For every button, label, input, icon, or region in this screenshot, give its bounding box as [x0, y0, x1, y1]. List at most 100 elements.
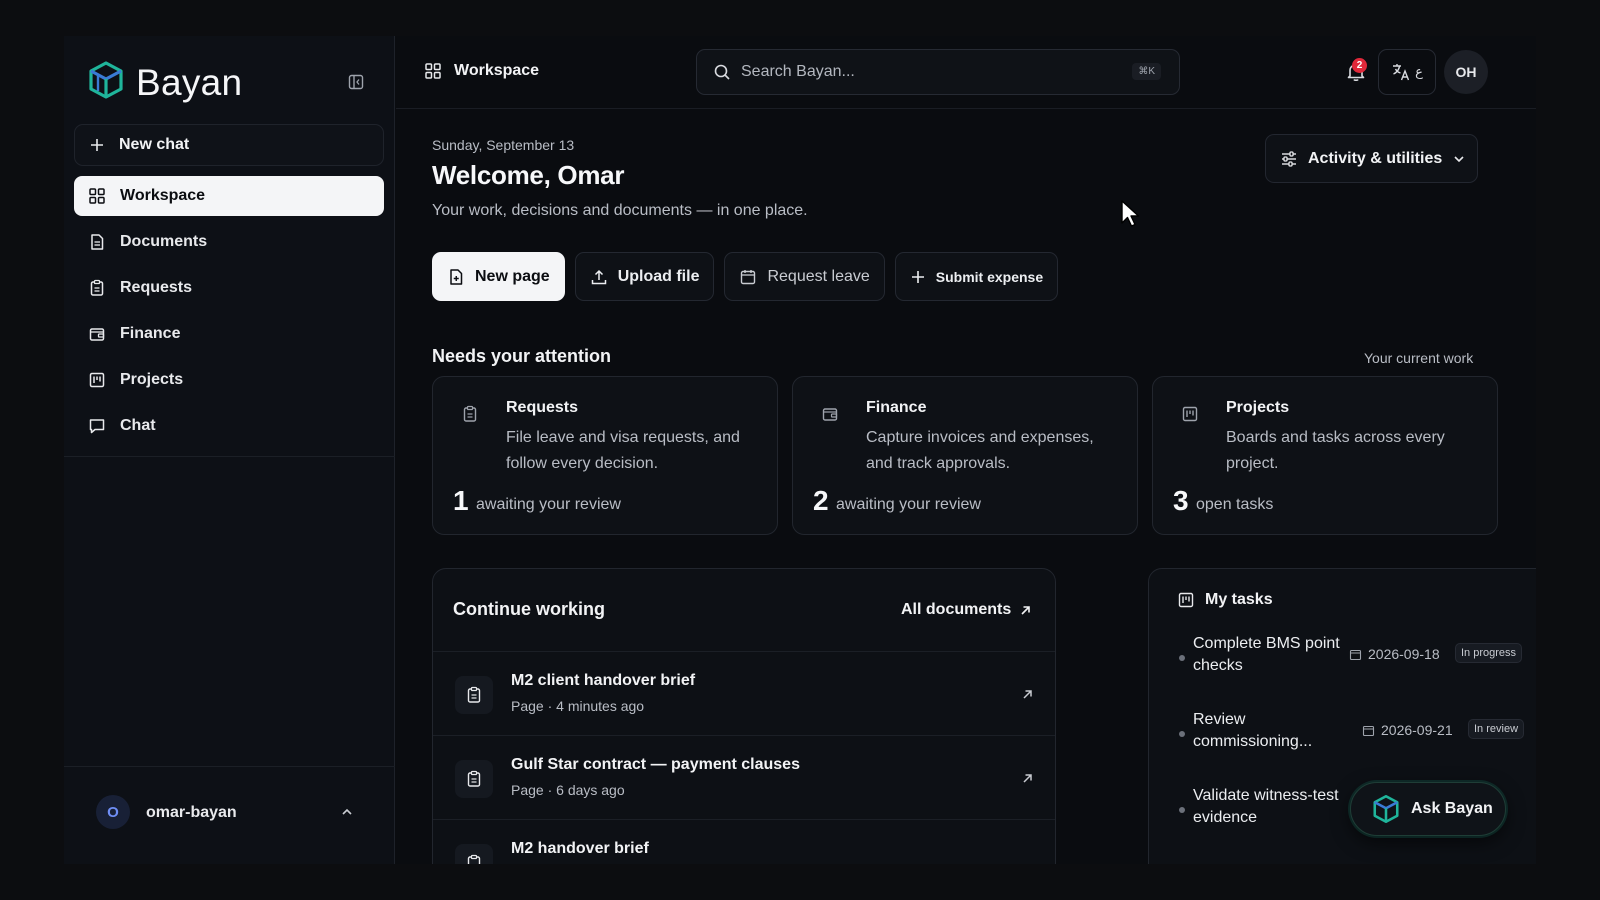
- doc-icon-wrap: [455, 676, 493, 714]
- sidebar-item-label: Projects: [120, 371, 184, 388]
- sidebar-item-label: Chat: [120, 417, 156, 434]
- all-documents-link[interactable]: All documents: [901, 601, 1032, 619]
- sidebar-item-projects[interactable]: Projects: [74, 360, 384, 400]
- ask-bayan-label: Ask Bayan: [1411, 800, 1493, 817]
- profile-avatar-button[interactable]: OH: [1444, 50, 1488, 94]
- upload-file-label: Upload file: [617, 267, 700, 285]
- app-window: Bayan New chat Workspace Documents Reque…: [64, 36, 1536, 864]
- task-item[interactable]: Complete BMS point checks 2026-09-18 In …: [1149, 633, 1536, 703]
- card-projects[interactable]: Projects Boards and tasks across every p…: [1152, 376, 1498, 535]
- doc-name: M2 client handover brief: [511, 672, 696, 689]
- card-requests[interactable]: Requests File leave and visa requests, a…: [432, 376, 778, 535]
- new-page-label: New page: [475, 267, 550, 285]
- sidebar-item-documents[interactable]: Documents: [74, 222, 384, 262]
- sidebar-toggle-icon: [348, 74, 364, 90]
- request-leave-button[interactable]: Request leave: [724, 252, 885, 301]
- my-tasks-title: My tasks: [1205, 591, 1273, 608]
- list-item[interactable]: M2 handover brief: [433, 819, 1055, 864]
- breadcrumb-label: Workspace: [454, 62, 540, 79]
- language-label: ع: [1415, 64, 1423, 79]
- task-date-label: 2026-09-18: [1368, 646, 1440, 662]
- language-toggle-button[interactable]: ع: [1378, 49, 1436, 95]
- current-date: Sunday, September 13: [432, 137, 575, 153]
- clipboard-icon: [467, 686, 481, 703]
- upload-icon: [591, 269, 606, 284]
- task-bullet: [1179, 807, 1185, 813]
- sidebar-item-label: Requests: [120, 279, 193, 296]
- card-count-label: open tasks: [1196, 496, 1274, 513]
- attention-cards: Requests File leave and visa requests, a…: [432, 376, 1498, 535]
- task-bullet: [1179, 655, 1185, 661]
- brand[interactable]: Bayan: [86, 60, 242, 105]
- doc-name: Gulf Star contract — payment clauses: [511, 756, 800, 773]
- calendar-icon: [1362, 725, 1375, 736]
- new-chat-button[interactable]: New chat: [74, 124, 384, 166]
- kanban-icon: [89, 372, 105, 388]
- status-badge: In progress: [1455, 643, 1523, 663]
- sliders-icon: [1282, 150, 1296, 167]
- sidebar-item-finance[interactable]: Finance: [74, 314, 384, 354]
- search-icon: [714, 64, 730, 80]
- grid-icon: [89, 188, 105, 204]
- card-count: 3: [1173, 485, 1189, 516]
- sidebar-item-chat[interactable]: Chat: [74, 406, 384, 446]
- new-page-button[interactable]: New page: [432, 252, 565, 301]
- card-description: File leave and visa requests, and follow…: [506, 429, 740, 472]
- clipboard-icon: [90, 279, 104, 296]
- sidebar-item-label: Workspace: [120, 187, 206, 204]
- plus-icon: [91, 139, 103, 151]
- card-description: Boards and tasks across every project.: [1226, 429, 1445, 472]
- clipboard-icon: [467, 770, 481, 787]
- grid-icon: [425, 63, 441, 79]
- continue-working-panel: Continue working All documents M2 client…: [432, 568, 1056, 864]
- list-item[interactable]: Gulf Star contract — payment clauses Pag…: [433, 735, 1055, 819]
- all-documents-label: All documents: [901, 601, 1012, 618]
- arrow-up-right-icon[interactable]: [1021, 688, 1034, 701]
- card-count-label: awaiting your review: [476, 496, 621, 513]
- sidebar-item-requests[interactable]: Requests: [74, 268, 384, 308]
- file-plus-icon: [450, 268, 463, 285]
- file-icon: [91, 234, 104, 250]
- quick-actions: New page Upload file Request leave Submi…: [432, 252, 1059, 301]
- doc-name: M2 handover brief: [511, 840, 649, 857]
- clipboard-icon: [463, 405, 477, 422]
- card-title: Projects: [1226, 399, 1290, 416]
- task-name: Complete BMS point checks: [1193, 635, 1340, 674]
- card-finance[interactable]: Finance Capture invoices and expenses, a…: [792, 376, 1138, 535]
- sidebar-item-workspace[interactable]: Workspace: [74, 176, 384, 216]
- arrow-up-right-icon[interactable]: [1021, 772, 1034, 785]
- kanban-icon: [1182, 406, 1198, 422]
- card-count-label: awaiting your review: [836, 496, 981, 513]
- user-menu[interactable]: O omar-bayan: [64, 766, 395, 864]
- card-count: 1: [453, 485, 469, 516]
- task-item[interactable]: Review commissioning... 2026-09-21 In re…: [1149, 709, 1536, 779]
- breadcrumb: Workspace: [424, 62, 539, 80]
- topbar: Workspace ⌘K 2 ع OH: [396, 36, 1536, 109]
- submit-expense-button[interactable]: Submit expense: [894, 252, 1059, 301]
- current-work-link[interactable]: Your current work: [1364, 350, 1473, 366]
- doc-icon-wrap: [455, 760, 493, 798]
- search-bar[interactable]: ⌘K: [696, 49, 1180, 95]
- sidebar-nav: Workspace Documents Requests Finance Pro…: [74, 176, 384, 452]
- chevron-up-icon[interactable]: [340, 805, 354, 819]
- card-title: Requests: [506, 399, 579, 416]
- upload-file-button[interactable]: Upload file: [574, 252, 715, 301]
- ask-bayan-button[interactable]: Ask Bayan: [1350, 782, 1506, 836]
- calendar-icon: [741, 269, 756, 284]
- main-content: Sunday, September 13 Welcome, Omar Your …: [396, 110, 1536, 864]
- kanban-icon: [1178, 592, 1194, 608]
- activity-utilities-button[interactable]: Activity & utilities: [1265, 134, 1478, 183]
- card-count: 2: [813, 485, 829, 516]
- sidebar-item-label: Documents: [120, 233, 208, 250]
- search-input[interactable]: [741, 63, 1121, 81]
- task-due-date: 2026-09-18: [1349, 646, 1440, 662]
- task-date-label: 2026-09-21: [1381, 722, 1453, 738]
- collapse-sidebar-button[interactable]: [346, 72, 366, 92]
- calendar-icon: [1349, 649, 1362, 660]
- sidebar-item-label: Finance: [120, 325, 181, 342]
- submit-expense-label: Submit expense: [935, 268, 1044, 285]
- search-shortcut: ⌘K: [1132, 63, 1161, 80]
- task-due-date: 2026-09-21: [1362, 722, 1453, 738]
- list-item[interactable]: M2 client handover brief Page · 4 minute…: [433, 651, 1055, 735]
- doc-icon-wrap: [455, 844, 493, 864]
